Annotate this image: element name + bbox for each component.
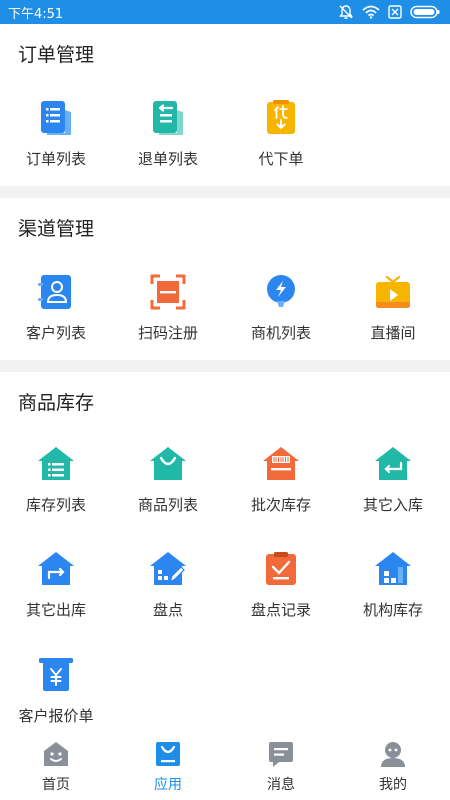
section-channel-management: 渠道管理 客户列表 扫码注册 商机列表 直播间 bbox=[0, 198, 450, 360]
order-list-icon bbox=[41, 101, 71, 135]
other-inbound-icon bbox=[375, 447, 411, 480]
section-order-management: 订单管理 订单列表 退单列表 代下单 bbox=[0, 24, 450, 186]
scan-register-icon bbox=[150, 274, 186, 310]
app-scan-register[interactable]: 扫码注册 bbox=[112, 272, 224, 343]
battery-icon bbox=[410, 5, 440, 19]
return-list-icon bbox=[153, 101, 183, 135]
live-room-icon bbox=[376, 275, 410, 308]
app-label: 机构库存 bbox=[362, 601, 423, 619]
app-return-list[interactable]: 退单列表 bbox=[112, 98, 224, 169]
tab-home[interactable]: 首页 bbox=[0, 740, 112, 794]
app-other-inbound[interactable]: 其它入库 bbox=[337, 444, 449, 515]
app-label: 直播间 bbox=[370, 324, 416, 342]
message-icon bbox=[269, 742, 293, 767]
tab-profile[interactable]: 我的 bbox=[337, 740, 449, 794]
app-label: 退单列表 bbox=[137, 150, 198, 168]
section-title: 订单管理 bbox=[18, 44, 95, 66]
status-icons bbox=[338, 4, 440, 20]
app-label: 其它出库 bbox=[25, 601, 86, 619]
app-label: 代下单 bbox=[258, 150, 304, 168]
app-label: 扫码注册 bbox=[137, 324, 198, 342]
section-title: 商品库存 bbox=[18, 392, 95, 414]
app-org-inventory[interactable]: 机构库存 bbox=[337, 549, 449, 620]
section-product-inventory: 商品库存 库存列表 商品列表 批次库存 其它入库 其它出库 盘点 盘点记录 机构… bbox=[0, 372, 450, 732]
app-batch-inventory[interactable]: 批次库存 bbox=[225, 444, 337, 515]
app-inventory-list[interactable]: 库存列表 bbox=[0, 444, 112, 515]
status-bar: 下午4:51 bbox=[0, 0, 450, 24]
tab-label: 应用 bbox=[154, 777, 182, 793]
no-sim-icon bbox=[388, 5, 402, 19]
org-inventory-icon bbox=[375, 552, 411, 585]
section-title: 渠道管理 bbox=[18, 218, 95, 240]
app-opportunity-list[interactable]: 商机列表 bbox=[225, 272, 337, 343]
opportunity-list-icon bbox=[267, 275, 295, 307]
tab-label: 我的 bbox=[379, 777, 407, 793]
tab-label: 消息 bbox=[267, 777, 295, 793]
app-customer-list[interactable]: 客户列表 bbox=[0, 272, 112, 343]
proxy-order-icon bbox=[267, 100, 295, 134]
inventory-list-icon bbox=[38, 447, 74, 480]
wifi-icon bbox=[362, 5, 380, 19]
app-label: 盘点 bbox=[152, 601, 183, 619]
app-order-list[interactable]: 订单列表 bbox=[0, 98, 112, 169]
app-customer-quote[interactable]: 客户报价单 bbox=[0, 655, 112, 726]
app-stocktake-record[interactable]: 盘点记录 bbox=[225, 549, 337, 620]
apps-icon bbox=[156, 742, 180, 766]
app-label: 订单列表 bbox=[25, 150, 86, 168]
stocktake-record-icon bbox=[266, 552, 296, 585]
app-label: 客户报价单 bbox=[18, 707, 94, 725]
app-label: 其它入库 bbox=[362, 496, 423, 514]
app-other-outbound[interactable]: 其它出库 bbox=[0, 549, 112, 620]
app-live-room[interactable]: 直播间 bbox=[337, 272, 449, 343]
other-outbound-icon bbox=[38, 552, 74, 585]
app-stocktake[interactable]: 盘点 bbox=[112, 549, 224, 620]
bottom-tab-bar: 首页 应用 消息 我的 bbox=[0, 732, 450, 800]
stocktake-icon bbox=[150, 552, 186, 585]
customer-quote-icon bbox=[39, 658, 73, 691]
app-product-list[interactable]: 商品列表 bbox=[112, 444, 224, 515]
app-label: 盘点记录 bbox=[250, 601, 311, 619]
app-proxy-order[interactable]: 代下单 bbox=[225, 98, 337, 169]
tab-apps[interactable]: 应用 bbox=[112, 740, 224, 794]
app-label: 商机列表 bbox=[250, 324, 311, 342]
customer-list-icon bbox=[38, 275, 71, 309]
app-label: 批次库存 bbox=[250, 496, 311, 514]
home-icon bbox=[44, 742, 68, 766]
status-time: 下午4:51 bbox=[8, 6, 64, 22]
mute-bell-icon bbox=[339, 5, 353, 19]
app-label: 商品列表 bbox=[137, 496, 198, 514]
tab-label: 首页 bbox=[42, 777, 70, 793]
batch-inventory-icon bbox=[263, 447, 299, 480]
profile-icon bbox=[381, 742, 405, 767]
product-list-icon bbox=[150, 447, 186, 480]
app-label: 库存列表 bbox=[25, 496, 86, 514]
app-label: 客户列表 bbox=[25, 324, 86, 342]
tab-messages[interactable]: 消息 bbox=[225, 740, 337, 794]
